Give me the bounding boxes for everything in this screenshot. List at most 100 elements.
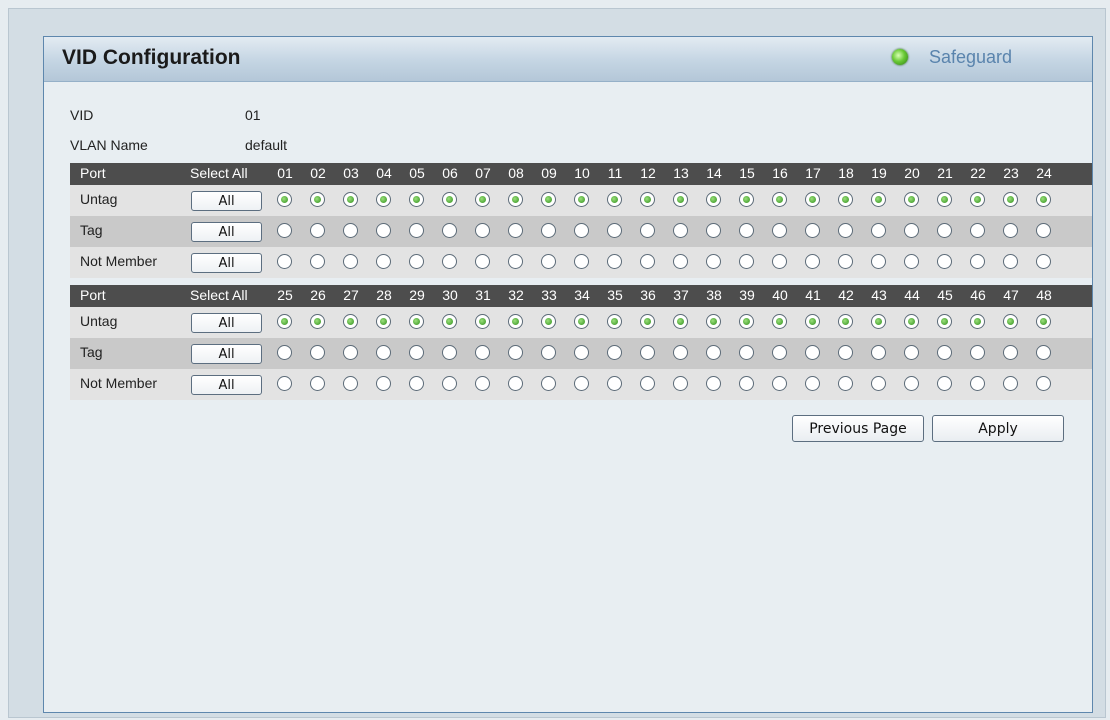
untag-radio-port-08[interactable] xyxy=(508,192,523,207)
not-member-radio-port-08[interactable] xyxy=(508,254,523,269)
not-member-radio-port-28[interactable] xyxy=(376,376,391,391)
tag-radio-port-03[interactable] xyxy=(343,223,358,238)
tag-radio-port-46[interactable] xyxy=(970,345,985,360)
tag-radio-port-37[interactable] xyxy=(673,345,688,360)
tag-radio-port-35[interactable] xyxy=(607,345,622,360)
not-member-radio-port-04[interactable] xyxy=(376,254,391,269)
not-member-radio-port-39[interactable] xyxy=(739,376,754,391)
not-member-radio-port-38[interactable] xyxy=(706,376,721,391)
not-member-radio-port-05[interactable] xyxy=(409,254,424,269)
untag-radio-port-40[interactable] xyxy=(772,314,787,329)
untag-radio-port-21[interactable] xyxy=(937,192,952,207)
not-member-radio-port-13[interactable] xyxy=(673,254,688,269)
tag-select-all-button[interactable]: All xyxy=(191,344,262,364)
tag-radio-port-38[interactable] xyxy=(706,345,721,360)
untag-radio-port-02[interactable] xyxy=(310,192,325,207)
tag-radio-port-15[interactable] xyxy=(739,223,754,238)
not-member-radio-port-22[interactable] xyxy=(970,254,985,269)
tag-radio-port-47[interactable] xyxy=(1003,345,1018,360)
untag-radio-port-03[interactable] xyxy=(343,192,358,207)
previous-page-button[interactable]: Previous Page xyxy=(792,415,924,442)
tag-radio-port-40[interactable] xyxy=(772,345,787,360)
tag-radio-port-45[interactable] xyxy=(937,345,952,360)
untag-radio-port-48[interactable] xyxy=(1036,314,1051,329)
not-member-radio-port-18[interactable] xyxy=(838,254,853,269)
tag-select-all-button[interactable]: All xyxy=(191,222,262,242)
untag-radio-port-17[interactable] xyxy=(805,192,820,207)
tag-radio-port-21[interactable] xyxy=(937,223,952,238)
tag-radio-port-20[interactable] xyxy=(904,223,919,238)
tag-radio-port-33[interactable] xyxy=(541,345,556,360)
not-member-radio-port-02[interactable] xyxy=(310,254,325,269)
untag-radio-port-01[interactable] xyxy=(277,192,292,207)
not-member-radio-port-35[interactable] xyxy=(607,376,622,391)
untag-radio-port-05[interactable] xyxy=(409,192,424,207)
tag-radio-port-18[interactable] xyxy=(838,223,853,238)
not-member-radio-port-30[interactable] xyxy=(442,376,457,391)
untag-radio-port-43[interactable] xyxy=(871,314,886,329)
untag-select-all-button[interactable]: All xyxy=(191,313,262,333)
untag-radio-port-22[interactable] xyxy=(970,192,985,207)
not-member-select-all-button[interactable]: All xyxy=(191,253,262,273)
tag-radio-port-07[interactable] xyxy=(475,223,490,238)
not-member-radio-port-23[interactable] xyxy=(1003,254,1018,269)
untag-radio-port-35[interactable] xyxy=(607,314,622,329)
untag-radio-port-47[interactable] xyxy=(1003,314,1018,329)
untag-radio-port-34[interactable] xyxy=(574,314,589,329)
untag-radio-port-28[interactable] xyxy=(376,314,391,329)
untag-radio-port-32[interactable] xyxy=(508,314,523,329)
not-member-radio-port-10[interactable] xyxy=(574,254,589,269)
not-member-radio-port-16[interactable] xyxy=(772,254,787,269)
untag-radio-port-15[interactable] xyxy=(739,192,754,207)
tag-radio-port-31[interactable] xyxy=(475,345,490,360)
tag-radio-port-48[interactable] xyxy=(1036,345,1051,360)
untag-radio-port-26[interactable] xyxy=(310,314,325,329)
tag-radio-port-10[interactable] xyxy=(574,223,589,238)
not-member-radio-port-17[interactable] xyxy=(805,254,820,269)
not-member-radio-port-48[interactable] xyxy=(1036,376,1051,391)
tag-radio-port-09[interactable] xyxy=(541,223,556,238)
not-member-radio-port-25[interactable] xyxy=(277,376,292,391)
not-member-radio-port-44[interactable] xyxy=(904,376,919,391)
not-member-radio-port-19[interactable] xyxy=(871,254,886,269)
untag-radio-port-24[interactable] xyxy=(1036,192,1051,207)
not-member-radio-port-33[interactable] xyxy=(541,376,556,391)
untag-radio-port-30[interactable] xyxy=(442,314,457,329)
untag-radio-port-37[interactable] xyxy=(673,314,688,329)
not-member-select-all-button[interactable]: All xyxy=(191,375,262,395)
untag-radio-port-42[interactable] xyxy=(838,314,853,329)
untag-radio-port-44[interactable] xyxy=(904,314,919,329)
not-member-radio-port-12[interactable] xyxy=(640,254,655,269)
not-member-radio-port-46[interactable] xyxy=(970,376,985,391)
tag-radio-port-25[interactable] xyxy=(277,345,292,360)
untag-radio-port-25[interactable] xyxy=(277,314,292,329)
not-member-radio-port-11[interactable] xyxy=(607,254,622,269)
tag-radio-port-30[interactable] xyxy=(442,345,457,360)
not-member-radio-port-36[interactable] xyxy=(640,376,655,391)
tag-radio-port-28[interactable] xyxy=(376,345,391,360)
not-member-radio-port-34[interactable] xyxy=(574,376,589,391)
not-member-radio-port-26[interactable] xyxy=(310,376,325,391)
tag-radio-port-12[interactable] xyxy=(640,223,655,238)
untag-radio-port-46[interactable] xyxy=(970,314,985,329)
tag-radio-port-29[interactable] xyxy=(409,345,424,360)
tag-radio-port-16[interactable] xyxy=(772,223,787,238)
tag-radio-port-13[interactable] xyxy=(673,223,688,238)
tag-radio-port-24[interactable] xyxy=(1036,223,1051,238)
tag-radio-port-27[interactable] xyxy=(343,345,358,360)
untag-radio-port-12[interactable] xyxy=(640,192,655,207)
tag-radio-port-41[interactable] xyxy=(805,345,820,360)
tag-radio-port-05[interactable] xyxy=(409,223,424,238)
untag-radio-port-06[interactable] xyxy=(442,192,457,207)
not-member-radio-port-24[interactable] xyxy=(1036,254,1051,269)
tag-radio-port-36[interactable] xyxy=(640,345,655,360)
tag-radio-port-44[interactable] xyxy=(904,345,919,360)
not-member-radio-port-40[interactable] xyxy=(772,376,787,391)
tag-radio-port-01[interactable] xyxy=(277,223,292,238)
not-member-radio-port-03[interactable] xyxy=(343,254,358,269)
tag-radio-port-42[interactable] xyxy=(838,345,853,360)
untag-radio-port-31[interactable] xyxy=(475,314,490,329)
tag-radio-port-32[interactable] xyxy=(508,345,523,360)
untag-radio-port-19[interactable] xyxy=(871,192,886,207)
not-member-radio-port-31[interactable] xyxy=(475,376,490,391)
